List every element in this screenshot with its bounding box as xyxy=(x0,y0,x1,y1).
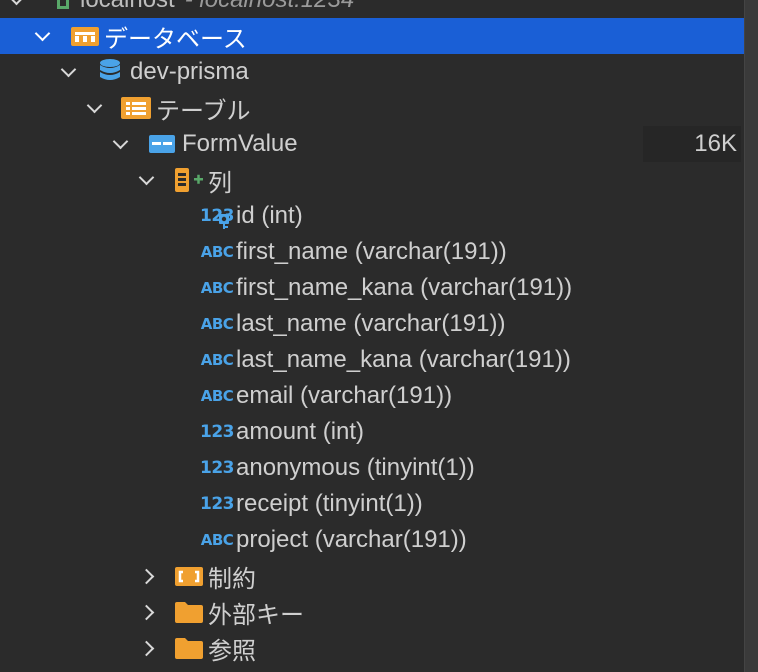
column-item[interactable]: ABC first_name_kana (varchar(191)) xyxy=(0,270,745,306)
column-label: anonymous (tinyint(1)) xyxy=(236,454,475,481)
constraints-folder-icon xyxy=(174,564,204,588)
column-label: receipt (tinyint(1)) xyxy=(236,490,423,517)
column-item[interactable]: ABC project (varchar(191)) xyxy=(0,522,745,558)
type-badge: ABC xyxy=(200,351,234,369)
tree-node-constraints[interactable]: 制約 xyxy=(0,558,745,594)
column-item[interactable]: ABC last_name_kana (varchar(191)) xyxy=(0,342,745,378)
tree-node-connection[interactable]: localhost - localhost:1234 xyxy=(0,0,745,18)
connection-detail: - localhost:1234 xyxy=(185,0,354,14)
references-label: 参照 xyxy=(208,637,256,665)
column-item[interactable]: 123 receipt (tinyint(1)) xyxy=(0,486,745,522)
database-icon xyxy=(98,58,122,86)
column-label: first_name_kana (varchar(191)) xyxy=(236,274,573,301)
chevron-right-icon[interactable] xyxy=(140,567,158,585)
column-item[interactable]: ABC last_name (varchar(191)) xyxy=(0,306,745,342)
chevron-down-icon[interactable] xyxy=(8,0,26,9)
database-tree: localhost - localhost:1234 データベース dev- xyxy=(0,0,745,672)
integer-type-icon: 123 xyxy=(200,458,235,478)
integer-type-icon: 123 xyxy=(200,422,235,442)
chevron-right-icon[interactable] xyxy=(140,639,158,657)
column-label: last_name_kana (varchar(191)) xyxy=(236,346,571,373)
connection-label: localhost xyxy=(80,0,175,14)
type-badge: ABC xyxy=(200,531,234,549)
string-type-icon: ABC xyxy=(200,351,234,369)
chevron-down-icon[interactable] xyxy=(86,99,104,117)
string-type-icon: ABC xyxy=(200,243,234,261)
columns-label: 列 xyxy=(208,169,232,197)
tree-node-schema[interactable]: dev-prisma xyxy=(0,54,745,90)
table-icon xyxy=(148,133,176,155)
tree-node-references[interactable]: 参照 xyxy=(0,630,745,666)
chevron-down-icon[interactable] xyxy=(60,63,78,81)
column-label: project (varchar(191)) xyxy=(236,526,467,553)
column-label: last_name (varchar(191)) xyxy=(236,310,506,337)
string-type-icon: ABC xyxy=(200,387,234,405)
column-item[interactable]: 123 amount (int) xyxy=(0,414,745,450)
chevron-down-icon[interactable] xyxy=(112,135,130,153)
chevron-right-icon[interactable] xyxy=(140,603,158,621)
chevron-down-icon[interactable] xyxy=(138,171,156,189)
type-badge: ABC xyxy=(200,279,234,297)
string-type-icon: ABC xyxy=(200,315,234,333)
type-badge: ABC xyxy=(200,387,234,405)
column-item[interactable]: 123 anonymous (tinyint(1)) xyxy=(0,450,745,486)
chevron-down-icon[interactable] xyxy=(34,27,52,45)
type-badge: 123 xyxy=(200,422,235,442)
column-item[interactable]: ABC email (varchar(191)) xyxy=(0,378,745,414)
schema-label: dev-prisma xyxy=(130,58,249,85)
column-label: amount (int) xyxy=(236,418,365,445)
integer-type-icon: 123 xyxy=(200,206,235,229)
table-size: 16K xyxy=(643,126,741,162)
column-item[interactable]: 123 id (int) xyxy=(0,198,745,234)
type-badge: ABC xyxy=(200,315,234,333)
column-item[interactable]: ABC first_name (varchar(191)) xyxy=(0,234,745,270)
folder-icon xyxy=(174,600,204,624)
table-size-value: 16K xyxy=(694,130,737,157)
key-icon xyxy=(219,214,229,229)
type-badge: 123 xyxy=(200,494,235,514)
integer-type-icon: 123 xyxy=(200,494,235,514)
column-label: first_name (varchar(191)) xyxy=(236,238,507,265)
tree-node-tables[interactable]: テーブル xyxy=(0,90,745,126)
columns-icon xyxy=(174,166,206,194)
string-type-icon: ABC xyxy=(200,279,234,297)
folder-icon xyxy=(174,636,204,660)
column-label: email (varchar(191)) xyxy=(236,382,453,409)
vertical-scrollbar[interactable] xyxy=(744,0,758,672)
tree-node-columns[interactable]: 列 xyxy=(0,162,745,198)
databases-label: データベース xyxy=(104,25,247,53)
tree-node-table-formvalue[interactable]: FormValue 16K xyxy=(0,126,745,162)
tree-node-databases[interactable]: データベース xyxy=(0,18,745,54)
tables-folder-icon xyxy=(120,95,152,121)
table-label: FormValue xyxy=(182,130,298,157)
string-type-icon: ABC xyxy=(200,531,234,549)
constraints-label: 制約 xyxy=(208,565,256,593)
type-badge: 123 xyxy=(200,458,235,478)
column-label: id (int) xyxy=(236,202,303,229)
type-badge: ABC xyxy=(200,243,234,261)
tables-label: テーブル xyxy=(156,97,251,125)
foreign-keys-label: 外部キー xyxy=(208,601,304,629)
tree-node-foreign-keys[interactable]: 外部キー xyxy=(0,594,745,630)
database-folder-icon xyxy=(70,24,100,48)
server-icon xyxy=(52,0,74,11)
